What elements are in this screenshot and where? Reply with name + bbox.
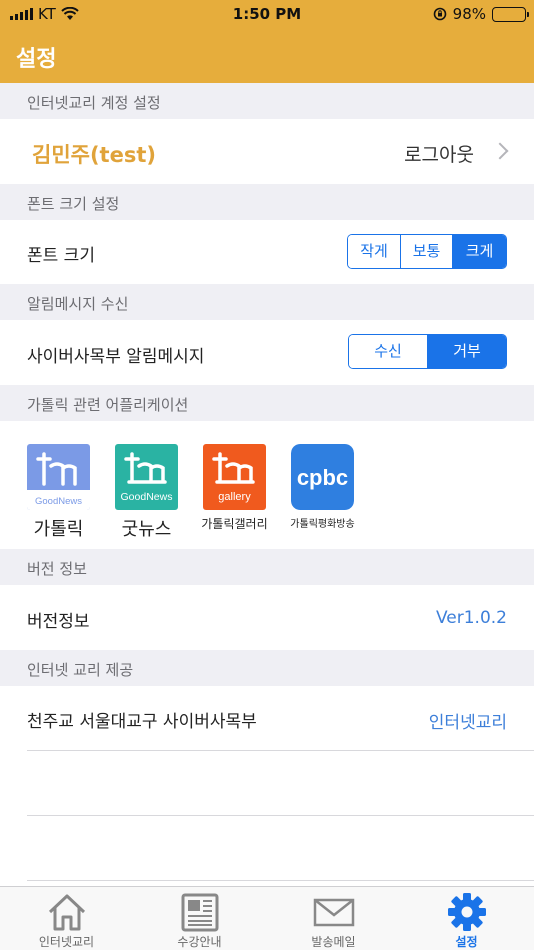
version-row: 버전정보 Ver1.0.2 [0,585,534,650]
font-size-large-button[interactable]: 크게 [452,235,506,268]
tab-settings[interactable]: 설정 [400,887,533,950]
notification-label: 사이버사목부 알림메시지 [27,347,205,367]
font-size-small-button[interactable]: 작게 [348,235,400,268]
tab-course-guide[interactable]: 수강안내 [133,887,266,950]
app-catholic[interactable]: GoodNews 가톨릭 [27,444,90,540]
account-row[interactable]: 김민주(test) 로그아웃 [0,119,534,184]
font-size-medium-button[interactable]: 보통 [400,235,452,268]
app-cpbc-icon: cpbc [291,444,354,510]
provider-link[interactable]: 인터넷교리 [429,708,507,733]
font-size-segmented-control: 작게 보통 크게 [347,234,507,269]
tab-label: 발송메일 [311,935,356,949]
version-label: 버전정보 [27,612,90,632]
row-divider [27,750,534,751]
orientation-lock-icon [433,7,446,21]
font-size-row: 폰트 크기 작게 보통 크게 [0,220,534,284]
app-goodnews[interactable]: GoodNews 굿뉴스 [115,444,178,540]
tab-internet-doctrine[interactable]: 인터넷교리 [0,887,133,950]
app-goodnews-icon-text: GoodNews [121,491,173,503]
notification-reject-button[interactable]: 거부 [427,335,506,368]
tab-bar: 인터넷교리 수강안내 발송메일 설정 [0,886,534,950]
app-goodnews-icon: GoodNews [115,444,178,510]
notification-receive-button[interactable]: 수신 [349,335,427,368]
status-right: 98% [433,5,529,23]
section-header-notifications: 알림메시지 수신 [0,284,534,320]
battery-icon [492,6,529,22]
version-value: Ver1.0.2 [435,608,507,628]
app-cpbc-label: 가톨릭평화방송 [290,519,355,530]
app-gallery-icon-text: gallery [218,491,251,503]
row-divider [27,815,534,816]
provider-row[interactable]: 천주교 서울대교구 사이버사목부 인터넷교리 [0,686,534,750]
section-header-version: 버전 정보 [0,549,534,585]
provider-label: 천주교 서울대교구 사이버사목부 [27,712,257,732]
section-header-provider: 인터넷 교리 제공 [0,650,534,686]
notification-row: 사이버사목부 알림메시지 수신 거부 [0,320,534,385]
apps-row: GoodNews 가톨릭 GoodNews 굿뉴스 gallery 가톨릭갤러리 [0,421,534,549]
section-header-apps: 가톨릭 관련 어플리케이션 [0,385,534,421]
tab-label: 인터넷교리 [38,935,95,949]
logout-link[interactable]: 로그아웃 [404,140,474,167]
section-header-account: 인터넷교리 계정 설정 [0,83,534,119]
app-gallery[interactable]: gallery 가톨릭갤러리 [201,444,268,531]
gear-icon [448,893,486,931]
tab-label: 수강안내 [177,935,222,949]
section-header-font-size: 폰트 크기 설정 [0,184,534,220]
tab-label: 설정 [455,935,478,949]
mail-icon [313,898,355,927]
chevron-right-icon [491,142,509,160]
app-catholic-icon: GoodNews [27,444,90,510]
battery-percent: 98% [452,5,486,23]
nav-bar: 설정 [0,28,534,83]
notification-segmented-control: 수신 거부 [348,334,507,369]
app-cpbc-icon-text: cpbc [297,465,348,490]
font-size-label: 폰트 크기 [27,246,95,266]
home-icon [48,894,86,931]
app-catholic-icon-text: GoodNews [35,496,82,507]
app-gallery-icon: gallery [203,444,266,510]
account-name: 김민주(test) [32,143,156,167]
status-bar: KT 1:50 PM 98% [0,0,534,28]
row-divider [27,880,534,881]
tab-sent-mail[interactable]: 발송메일 [267,887,400,950]
app-cpbc[interactable]: cpbc 가톨릭평화방송 [290,444,355,530]
page-title: 설정 [16,47,57,72]
newspaper-icon [181,893,219,932]
